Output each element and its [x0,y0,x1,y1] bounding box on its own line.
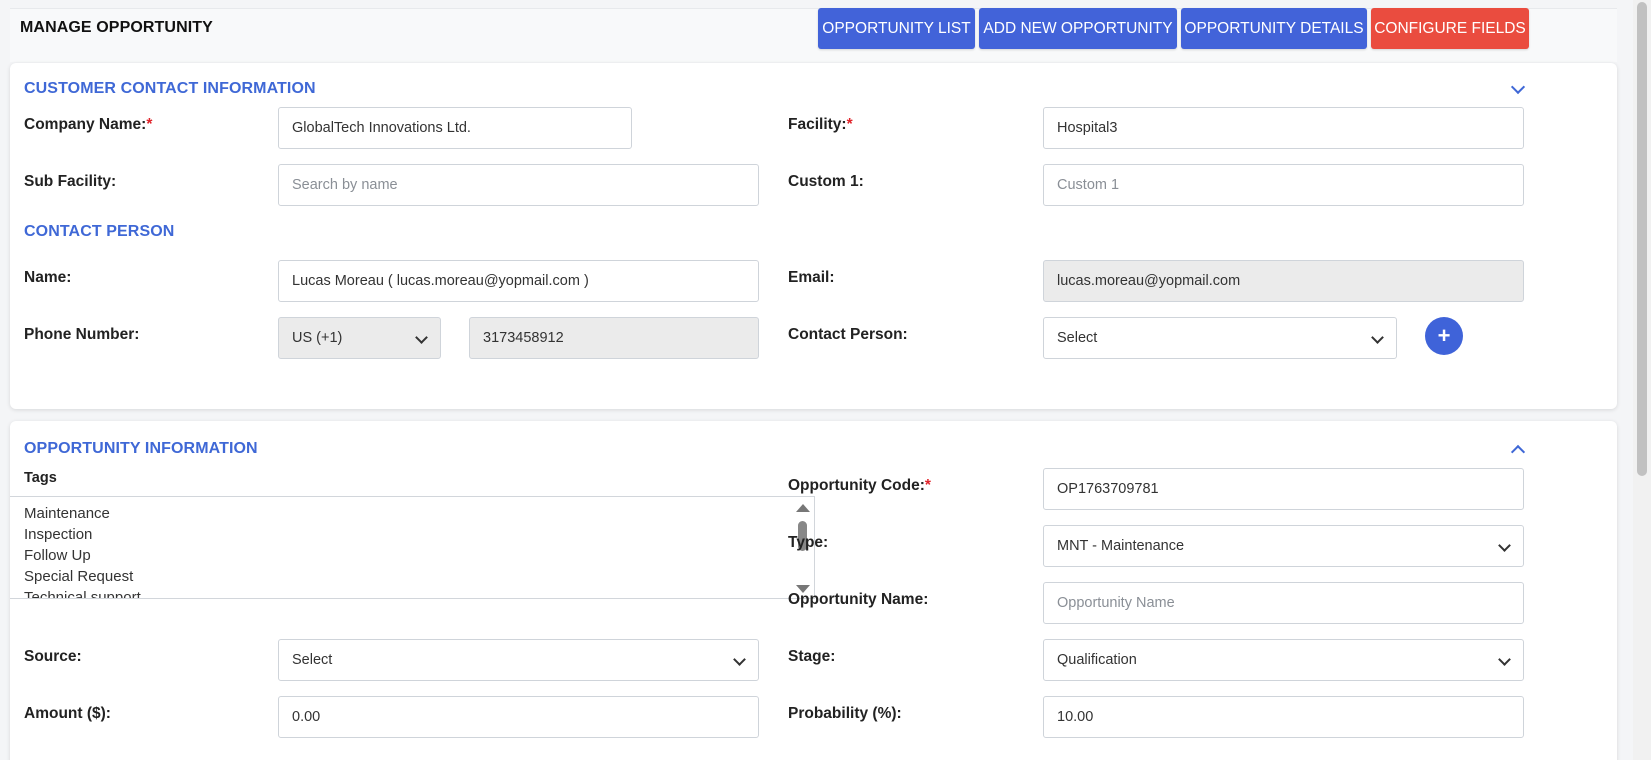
page-scroll-thumb[interactable] [1637,2,1647,476]
company-name-label: Company Name:* [24,116,153,133]
amount-label: Amount ($): [24,705,111,722]
contact-person-value: Select [1057,330,1098,346]
tag-option[interactable]: Inspection [24,526,92,543]
page-scrollbar[interactable] [1633,0,1651,760]
company-name-field[interactable]: GlobalTech Innovations Ltd. [278,107,632,149]
sub-facility-label: Sub Facility: [24,173,117,190]
add-new-opportunity-button[interactable]: ADD NEW OPPORTUNITY [979,8,1177,49]
customer-contact-section-title: CUSTOMER CONTACT INFORMATION [24,80,316,97]
contact-person-select[interactable]: Select [1043,317,1397,359]
opportunity-details-button[interactable]: OPPORTUNITY DETAILS [1181,8,1367,49]
tag-option[interactable]: Follow Up [24,547,91,564]
page-title: MANAGE OPPORTUNITY [20,19,213,36]
chevron-up-icon[interactable] [1510,444,1526,460]
tag-option[interactable]: Special Request [24,568,133,585]
sub-facility-search-input[interactable]: Search by name [278,164,759,206]
tag-option[interactable]: Technical support [24,589,141,598]
opportunity-name-placeholder: Opportunity Name [1057,595,1175,611]
amount-field[interactable]: 0.00 [278,696,759,738]
contact-person-label: Contact Person: [788,326,908,343]
custom1-placeholder: Custom 1 [1057,177,1120,193]
source-select[interactable]: Select [278,639,759,681]
phone-number-label: Phone Number: [24,326,140,343]
country-code-select[interactable]: US (+1) [278,317,441,359]
facility-field[interactable]: Hospital3 [1043,107,1524,149]
source-label: Source: [24,648,82,665]
manage-opportunity-page: MANAGE OPPORTUNITY OPPORTUNITY LIST ADD … [0,0,1651,760]
tag-option[interactable]: Maintenance [24,505,110,522]
configure-fields-button[interactable]: CONFIGURE FIELDS [1371,8,1529,49]
source-value: Select [292,652,333,668]
opportunity-information-card: OPPORTUNITY INFORMATION Tags Maintenance… [10,421,1617,760]
scroll-up-arrow-icon[interactable] [796,504,810,512]
plus-icon: + [1437,323,1451,348]
chevron-down-icon[interactable] [1510,79,1526,95]
facility-label: Facility:* [788,116,853,133]
email-field: lucas.moreau@yopmail.com [1043,260,1524,302]
opportunity-name-label: Opportunity Name: [788,591,929,608]
add-contact-button[interactable]: + [1425,317,1463,355]
type-label: Type: [788,534,829,551]
opportunity-code-label: Opportunity Code:* [788,477,931,494]
stage-label: Stage: [788,648,836,665]
phone-number-field: 3173458912 [469,317,759,359]
country-code-value: US (+1) [292,330,343,346]
contact-person-section-title: CONTACT PERSON [24,223,175,240]
type-value: MNT - Maintenance [1057,538,1185,554]
type-select[interactable]: MNT - Maintenance [1043,525,1524,567]
stage-select[interactable]: Qualification [1043,639,1524,681]
custom1-field[interactable]: Custom 1 [1043,164,1524,206]
custom1-label: Custom 1: [788,173,864,190]
probability-field[interactable]: 10.00 [1043,696,1524,738]
opportunity-list-button[interactable]: OPPORTUNITY LIST [818,8,975,49]
opportunity-name-field[interactable]: Opportunity Name [1043,582,1524,624]
customer-contact-card: CUSTOMER CONTACT INFORMATION Company Nam… [10,63,1617,409]
email-label: Email: [788,269,835,286]
contact-name-field[interactable]: Lucas Moreau ( lucas.moreau@yopmail.com … [278,260,759,302]
sub-facility-placeholder: Search by name [292,177,398,193]
opportunity-code-field[interactable]: OP1763709781 [1043,468,1524,510]
stage-value: Qualification [1057,652,1137,668]
probability-label: Probability (%): [788,705,902,722]
contact-name-label: Name: [24,269,72,286]
tags-label: Tags [24,470,57,486]
tags-multiselect[interactable]: Maintenance Inspection Follow Up Special… [10,496,815,599]
opportunity-section-title: OPPORTUNITY INFORMATION [24,440,258,457]
